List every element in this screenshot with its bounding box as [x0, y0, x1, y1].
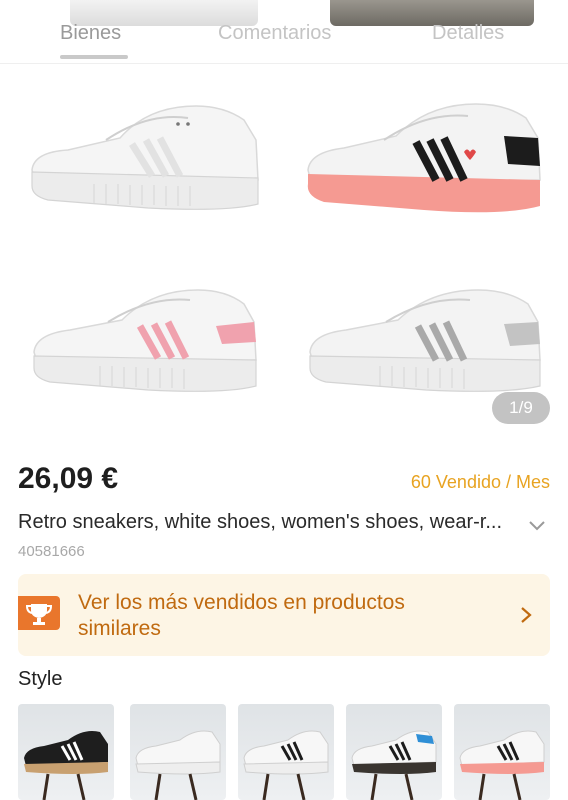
- product-title[interactable]: Retro sneakers, white shoes, women's sho…: [18, 511, 528, 534]
- tab-bar: Bienes Comentarios Detalles: [0, 0, 568, 64]
- chevron-right-icon: [521, 607, 532, 623]
- shoe-image-white-stripes: [31, 105, 259, 210]
- active-tab-indicator: [60, 55, 128, 59]
- chevron-down-icon[interactable]: [526, 516, 548, 534]
- style-option-white-black[interactable]: [238, 704, 334, 800]
- tab-bienes[interactable]: Bienes: [60, 22, 121, 45]
- shoe-image-pink-stripes: [33, 289, 257, 392]
- product-id: 40581666: [18, 543, 85, 560]
- bestsellers-banner-text: Ver los más vendidos en productos simila…: [78, 591, 405, 640]
- style-option-all-white[interactable]: [130, 704, 226, 800]
- shoe-image-black-stripes-pink-sole: [307, 103, 541, 213]
- product-image-gallery[interactable]: 1/9: [0, 64, 568, 444]
- style-options: [18, 704, 568, 800]
- tab-detalles[interactable]: Detalles: [432, 22, 504, 45]
- style-option-white-pink-sole[interactable]: [454, 704, 550, 800]
- style-label: Style: [18, 668, 63, 690]
- image-counter-badge: 1/9: [492, 392, 550, 424]
- trophy-icon: [18, 596, 60, 630]
- product-price: 26,09 €: [18, 462, 119, 495]
- tab-comentarios[interactable]: Comentarios: [218, 22, 331, 45]
- bestsellers-banner[interactable]: Ver los más vendidos en productos simila…: [18, 574, 550, 656]
- monthly-sales-count: 60 Vendido / Mes: [410, 472, 550, 492]
- style-option-white-black-dark-sole[interactable]: [346, 704, 442, 800]
- style-option-black-white-gum[interactable]: [18, 704, 114, 800]
